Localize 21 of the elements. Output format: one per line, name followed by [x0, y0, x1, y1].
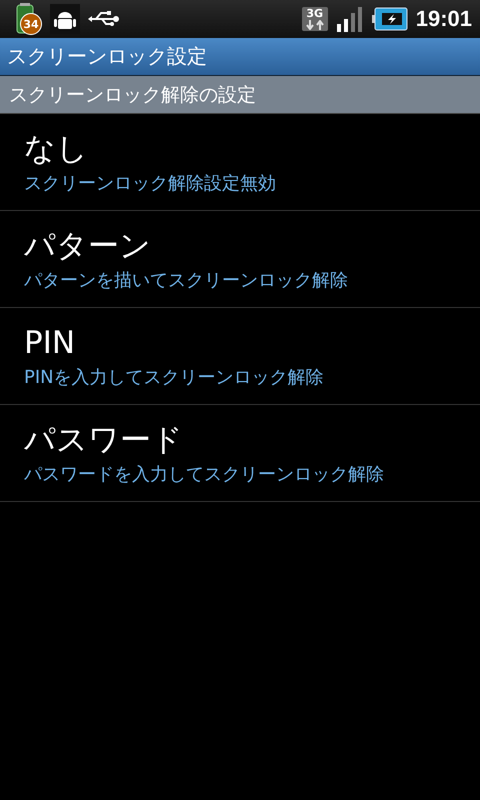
option-title: パスワード — [24, 421, 184, 459]
notification-badge: 34 — [20, 13, 42, 35]
usb-icon — [88, 9, 120, 29]
network-type: 3G — [306, 8, 324, 20]
option-item[interactable]: パスワード パスワードを入力してスクリーンロック解除 — [0, 405, 480, 502]
option-item[interactable]: PIN PINを入力してスクリーンロック解除 — [0, 308, 480, 405]
signal-icon — [336, 6, 364, 32]
data-arrows-icon — [304, 20, 325, 30]
option-title: なし — [24, 130, 89, 168]
option-item[interactable]: パターン パターンを描いてスクリーンロック解除 — [0, 211, 480, 308]
section-title: スクリーンロック解除の設定 — [9, 82, 256, 108]
clock: 19:01 — [416, 6, 472, 32]
option-title: PIN — [24, 324, 76, 362]
option-summary: パターンを描いてスクリーンロック解除 — [24, 269, 349, 293]
option-title: パターン — [24, 227, 152, 265]
option-summary: PINを入力してスクリーンロック解除 — [24, 366, 325, 390]
battery-charging-icon — [372, 7, 408, 31]
option-summary: スクリーンロック解除設定無効 — [24, 172, 277, 196]
option-item[interactable]: なし スクリーンロック解除設定無効 — [0, 114, 480, 211]
option-summary: パスワードを入力してスクリーンロック解除 — [24, 463, 385, 487]
screen-title: スクリーンロック設定 — [7, 43, 207, 70]
